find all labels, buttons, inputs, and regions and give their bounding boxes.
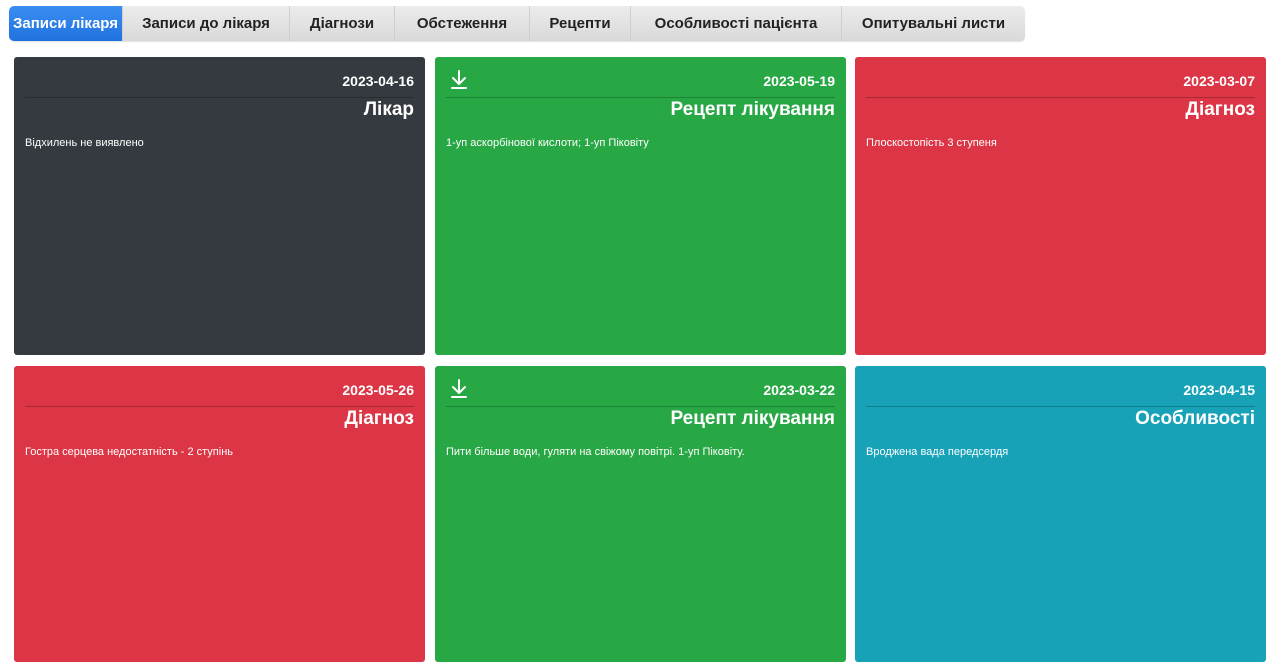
- card-date: 2023-04-16: [342, 73, 414, 89]
- card-date: 2023-05-19: [763, 73, 835, 89]
- card-description: Вроджена вада передсердя: [866, 446, 1009, 458]
- card-title: Діагноз: [344, 408, 414, 429]
- card-title: Діагноз: [1185, 99, 1255, 120]
- card-description: Плоскостопість 3 ступеня: [866, 137, 997, 149]
- card-header: 2023-05-26: [25, 376, 414, 407]
- record-card: 2023-05-19 Рецепт лікування 1-уп аскорбі…: [435, 57, 846, 355]
- tab-examinations[interactable]: Обстеження: [395, 6, 530, 41]
- card-title: Рецепт лікування: [670, 99, 835, 120]
- record-card: 2023-03-07 Діагноз Плоскостопість 3 ступ…: [855, 57, 1266, 355]
- card-header: 2023-04-15: [866, 376, 1255, 407]
- card-description: 1-уп аскорбінової кислоти; 1-уп Піковіту: [446, 137, 649, 149]
- card-description: Гостра серцева недостатність - 2 ступінь: [25, 446, 234, 458]
- tab-appointments[interactable]: Записи до лікаря: [123, 6, 290, 41]
- record-card: 2023-05-26 Діагноз Гостра серцева недост…: [14, 366, 425, 662]
- tab-prescriptions[interactable]: Рецепти: [530, 6, 631, 41]
- card-header: 2023-04-16: [25, 67, 414, 98]
- card-description: Відхилень не виявлено: [25, 137, 144, 149]
- record-tabs: Записи лікаря Записи до лікаря Діагнози …: [9, 6, 1025, 41]
- card-date: 2023-04-15: [1183, 382, 1255, 398]
- card-header: 2023-03-07: [866, 67, 1255, 98]
- card-title: Особливості: [1135, 408, 1255, 429]
- download-icon[interactable]: [449, 69, 469, 91]
- card-title: Рецепт лікування: [670, 408, 835, 429]
- card-date: 2023-03-07: [1183, 73, 1255, 89]
- tab-doctor-records[interactable]: Записи лікаря: [9, 6, 123, 41]
- card-title: Лікар: [363, 99, 414, 120]
- record-card: 2023-04-16 Лікар Відхилень не виявлено: [14, 57, 425, 355]
- card-header: 2023-03-22: [446, 376, 835, 407]
- card-date: 2023-05-26: [342, 382, 414, 398]
- tab-questionnaires[interactable]: Опитувальні листи: [842, 6, 1025, 41]
- card-date: 2023-03-22: [763, 382, 835, 398]
- record-card: 2023-04-15 Особливості Вроджена вада пер…: [855, 366, 1266, 662]
- tab-patient-features[interactable]: Особливості пацієнта: [631, 6, 842, 41]
- download-icon[interactable]: [449, 378, 469, 400]
- tab-diagnoses[interactable]: Діагнози: [290, 6, 395, 41]
- card-header: 2023-05-19: [446, 67, 835, 98]
- card-description: Пити більше води, гуляти на свіжому пові…: [446, 446, 745, 458]
- record-card: 2023-03-22 Рецепт лікування Пити більше …: [435, 366, 846, 662]
